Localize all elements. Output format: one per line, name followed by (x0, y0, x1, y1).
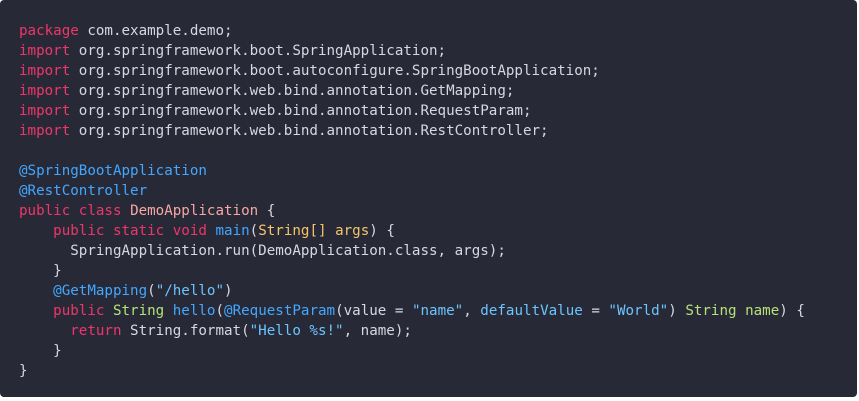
code-line: } (19, 341, 857, 361)
code-line: import org.springframework.web.bind.anno… (19, 121, 857, 141)
code-line: public static void main(String[] args) { (19, 221, 857, 241)
code-token: "name" (411, 303, 464, 319)
code-token: "World" (608, 303, 669, 319)
code-line: public String hello(@RequestParam(value … (19, 301, 857, 321)
code-token: defaultValue (480, 303, 583, 319)
code-line: return String.format("Hello %s!", name); (19, 321, 857, 341)
code-token: DemoApplication (130, 203, 259, 219)
code-token: import (19, 83, 71, 99)
code-token: "Hello %s!" (249, 323, 344, 339)
code-token: public (53, 303, 105, 319)
code-block: package com.example.demo; import org.spri… (0, 0, 857, 397)
code-line: import org.springframework.boot.SpringAp… (19, 41, 857, 61)
code-token: String (112, 303, 165, 319)
code-token: com.example.demo; (78, 23, 233, 39)
code-token: @SpringBootApplication (19, 163, 207, 179)
code-token: { (258, 203, 276, 219)
code-line: import org.springframework.web.bind.anno… (19, 81, 857, 101)
code-token: class (78, 203, 122, 219)
code-token: , name); (343, 323, 412, 339)
code-token: return (70, 323, 122, 339)
code-line: SpringApplication.run(DemoApplication.cl… (19, 241, 857, 261)
code-token: @GetMapping (53, 283, 148, 299)
code-token: hello (172, 303, 216, 319)
code-token: } (19, 263, 62, 279)
code-token: import (19, 123, 71, 139)
code-line: } (19, 261, 857, 281)
code-token: (value = (335, 303, 412, 319)
code-token: org.springframework.boot.SpringApplicati… (70, 43, 447, 59)
code-token: String[] args (258, 223, 370, 239)
code-token: "/hello" (155, 283, 225, 299)
code-token: org.springframework.web.bind.annotation.… (70, 123, 549, 139)
code-token: , (463, 303, 481, 319)
code-line: import org.springframework.boot.autoconf… (19, 61, 857, 81)
code-token: main (215, 223, 250, 239)
code-token: public (19, 203, 71, 219)
code-line: @RestController (19, 181, 857, 201)
code-line: package com.example.demo; (19, 21, 857, 41)
code-token: ( (249, 223, 259, 239)
code-token: = (582, 303, 609, 319)
code-token: static (112, 223, 165, 239)
code-token: @RestController (19, 183, 148, 199)
code-token: ) { (369, 223, 395, 239)
code-token: import (19, 103, 71, 119)
code-token: String name (685, 303, 780, 319)
code-content: package com.example.demo; import org.spri… (19, 21, 857, 381)
code-token: import (19, 63, 71, 79)
code-token: ( (215, 303, 225, 319)
code-token: ( (147, 283, 156, 299)
code-token: org.springframework.web.bind.annotation.… (70, 103, 532, 119)
code-line: import org.springframework.web.bind.anno… (19, 101, 857, 121)
code-token: ) { (779, 303, 805, 319)
code-token: } (19, 343, 62, 359)
code-token: import (19, 43, 71, 59)
code-line: @GetMapping("/hello") (19, 281, 857, 301)
code-token: org.springframework.boot.autoconfigure.S… (70, 63, 600, 79)
code-token: ) (224, 283, 233, 299)
code-line: } (19, 361, 857, 381)
code-line: public class DemoApplication { (19, 201, 857, 221)
code-token: String.format( (121, 323, 250, 339)
code-token: @RequestParam (224, 303, 336, 319)
code-token: package (19, 23, 79, 39)
code-token: SpringApplication.run(DemoApplication.cl… (19, 243, 506, 259)
code-token: ) (668, 303, 686, 319)
code-token: org.springframework.web.bind.annotation.… (70, 83, 515, 99)
code-token: } (19, 363, 28, 379)
code-line: @SpringBootApplication (19, 161, 857, 181)
code-token: void (172, 223, 207, 239)
code-token: public (53, 223, 105, 239)
